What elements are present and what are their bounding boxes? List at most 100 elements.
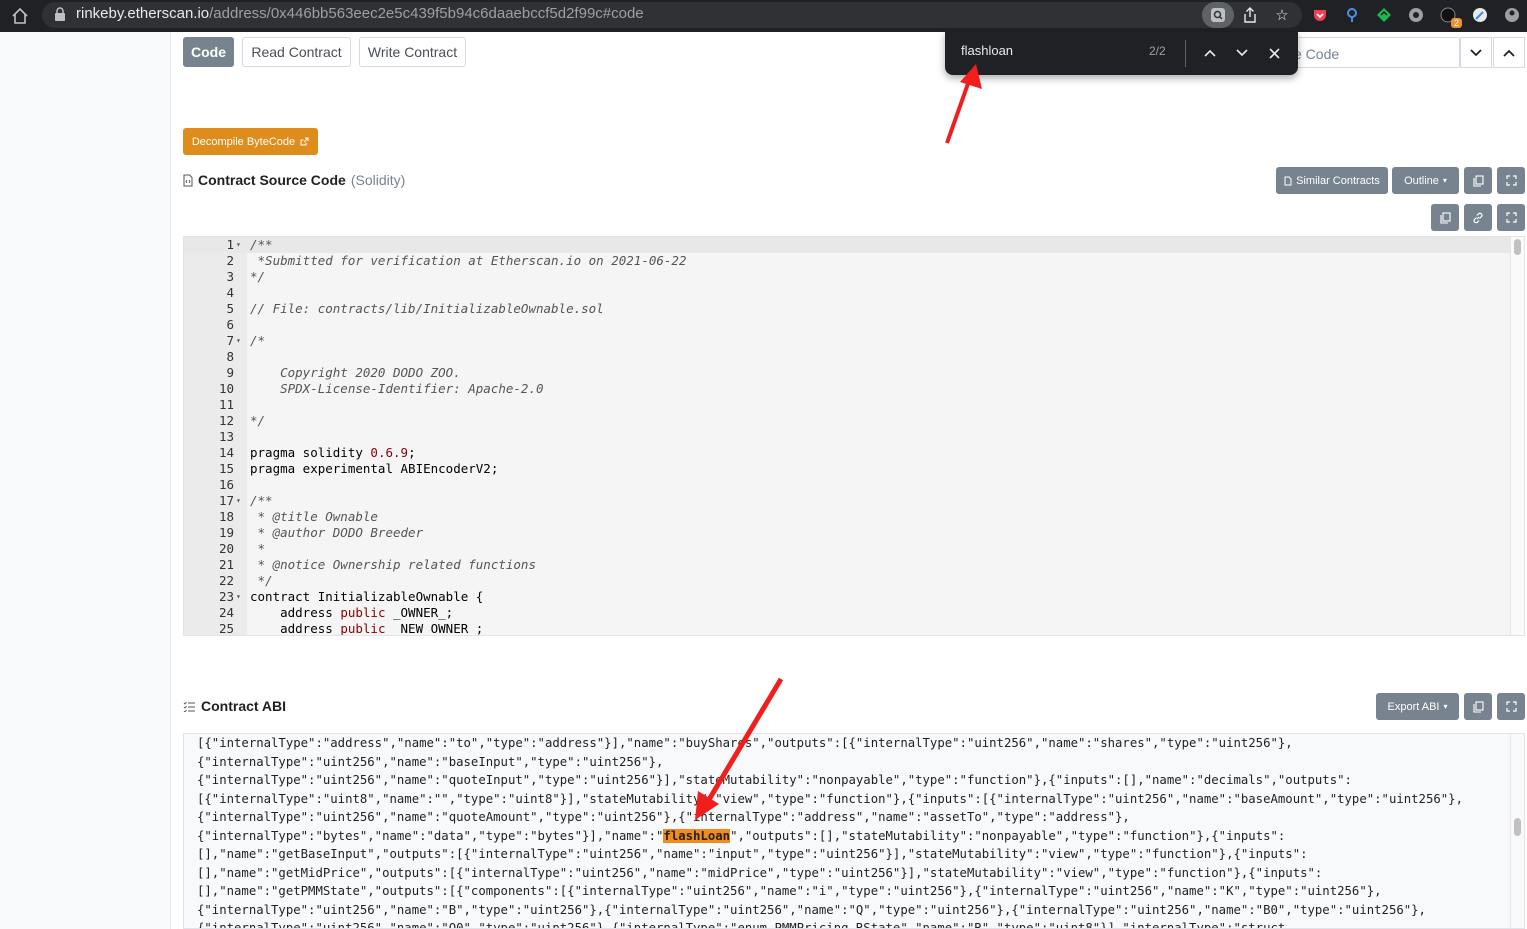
url-path: /address/0x446bb563eec2e5c439f5b94c6daae… — [209, 5, 644, 22]
code-line: 15 pragma experimental ABIEncoderV2; — [184, 461, 1511, 477]
editor-scrollbar[interactable] — [1510, 237, 1524, 635]
find-in-page-icon[interactable] — [1202, 2, 1234, 28]
abi-line: {"internalType":"uint256","name":"B","ty… — [197, 902, 1426, 917]
find-previous-button[interactable] — [1199, 42, 1221, 64]
file-code-icon — [183, 174, 193, 186]
code-text: /** — [250, 237, 273, 252]
line-number: 19 — [218, 525, 234, 540]
pocket-extension-icon[interactable] — [1304, 2, 1336, 28]
fullscreen-file-button[interactable] — [1497, 204, 1525, 231]
line-number: 9 — [226, 365, 234, 380]
circle-extension-icon[interactable] — [1400, 2, 1432, 28]
fold-toggle-icon[interactable]: ▾ — [236, 589, 241, 605]
list-check-icon — [183, 701, 195, 712]
abi-highlight-line: {"internalType":"bytes","name":"data","t… — [197, 827, 1285, 846]
code-line: 25 address public _NEW_OWNER_; — [184, 621, 1511, 635]
code-text: */ — [250, 573, 273, 588]
source-search-text: e Code — [1294, 46, 1340, 62]
copy-file-button[interactable] — [1431, 204, 1459, 231]
fullscreen-abi-button[interactable] — [1497, 693, 1525, 720]
profile-extension-icon[interactable] — [1496, 2, 1527, 28]
code-line: 6 — [184, 317, 1511, 333]
line-number: 15 — [218, 461, 234, 476]
similar-contracts-button[interactable]: Similar Contracts — [1276, 167, 1388, 194]
code-line: 20 * — [184, 541, 1511, 557]
chevron-down-icon — [1236, 49, 1248, 57]
code-text: * @title Ownable — [250, 509, 378, 524]
decompile-bytecode-button[interactable]: Decompile ByteCode — [183, 128, 318, 155]
line-number: 10 — [218, 381, 234, 396]
code-line: 16 — [184, 477, 1511, 493]
copy-icon — [1439, 211, 1451, 224]
line-number: 3 — [226, 269, 234, 284]
code-text: /* — [250, 333, 266, 348]
code-line: 14 pragma solidity 0.6.9; — [184, 445, 1511, 461]
scroll-up-button[interactable] — [1493, 37, 1525, 68]
location-extension-icon[interactable] — [1336, 2, 1368, 28]
decompile-label: Decompile ByteCode — [191, 135, 296, 148]
code-text: /** — [250, 493, 273, 508]
select-dropdown-button[interactable] — [1460, 37, 1492, 68]
abi-line: [],"name":"getPMMState","outputs":[{"com… — [197, 884, 1382, 898]
code-line: 17 ▾ /** — [184, 493, 1511, 509]
expand-icon — [1505, 212, 1517, 223]
compass-extension-icon[interactable] — [1464, 2, 1496, 28]
copy-abi-button[interactable] — [1464, 693, 1492, 720]
fold-toggle-icon[interactable]: ▾ — [236, 237, 241, 253]
find-next-button[interactable] — [1231, 42, 1253, 64]
code-text: * @notice Ownership related functions — [250, 557, 536, 572]
code-text: pragma experimental ABIEncoderV2; — [250, 461, 499, 476]
source-search-select[interactable]: e Code — [1285, 37, 1460, 68]
line-number: 21 — [218, 557, 234, 572]
code-line: 3 */ — [184, 269, 1511, 285]
abi-scroll-thumb[interactable] — [1514, 818, 1521, 836]
copy-icon — [1472, 174, 1484, 187]
code-line: 21 * @notice Ownership related functions — [184, 557, 1511, 573]
code-line: 9 Copyright 2020 DODO ZOO. — [184, 365, 1511, 381]
abi-line: {"internalType":"uint256","name":"quoteA… — [197, 810, 1130, 824]
abi-scrollbar[interactable] — [1510, 734, 1524, 928]
code-editor[interactable]: 1 ▾/** 2 *Submitted for verification at Et… — [183, 236, 1525, 636]
code-text: // File: contracts/lib/InitializableOwna… — [250, 301, 604, 316]
abi-line: [],"name":"getMidPrice","outputs":[{"int… — [197, 865, 1323, 880]
tab-read-contract[interactable]: Read Contract — [242, 37, 351, 67]
code-line: 24 address public _OWNER_; — [184, 605, 1511, 621]
editor-scroll-thumb[interactable] — [1514, 239, 1521, 255]
lock-icon[interactable] — [54, 7, 66, 21]
find-input[interactable]: flashloan — [961, 43, 1013, 58]
line-number: 24 — [218, 605, 234, 620]
export-abi-label: Export ABI — [1387, 700, 1440, 713]
code-text: pragma solidity 0.6.9; — [250, 445, 416, 460]
similar-contracts-label: Similar Contracts — [1296, 174, 1380, 187]
line-number: 11 — [218, 397, 234, 412]
abi-text: {"internalType":"bytes","name":"data","t… — [197, 828, 664, 843]
outline-label: Outline — [1404, 174, 1439, 187]
share-icon[interactable] — [1234, 2, 1266, 28]
copy-icon — [1472, 700, 1484, 713]
line-number: 13 — [218, 429, 234, 444]
line-number: 22 — [218, 573, 234, 588]
home-icon[interactable] — [10, 6, 30, 26]
code-line: 22 */ — [184, 573, 1511, 589]
line-number: 4 — [226, 285, 234, 300]
tab-write-contract[interactable]: Write Contract — [359, 37, 466, 67]
link-icon — [1473, 212, 1483, 223]
diamond-extension-icon[interactable] — [1368, 2, 1400, 28]
export-abi-button[interactable]: Export ABI ▾ — [1376, 693, 1459, 720]
bookmark-star-icon[interactable]: ☆ — [1266, 2, 1298, 28]
line-number: 20 — [218, 541, 234, 556]
fullscreen-source-button[interactable] — [1497, 167, 1525, 194]
copy-source-button[interactable] — [1464, 167, 1492, 194]
outline-dropdown-button[interactable]: Outline ▾ — [1392, 167, 1459, 194]
badge-extension-icon[interactable]: 2 — [1432, 2, 1464, 28]
url-text[interactable]: rinkeby.etherscan.io/address/0x446bb563e… — [76, 5, 644, 22]
fold-toggle-icon[interactable]: ▾ — [236, 333, 241, 349]
find-close-button[interactable] — [1263, 42, 1285, 64]
code-line: 13 — [184, 429, 1511, 445]
link-file-button[interactable] — [1464, 204, 1492, 231]
fold-toggle-icon[interactable]: ▾ — [236, 493, 241, 509]
abi-textarea[interactable]: [{"internalType":"address","name":"to","… — [183, 733, 1525, 929]
tab-code[interactable]: Code — [183, 37, 234, 67]
line-number: 12 — [218, 413, 234, 428]
find-bar: flashloan 2/2 — [945, 32, 1298, 75]
